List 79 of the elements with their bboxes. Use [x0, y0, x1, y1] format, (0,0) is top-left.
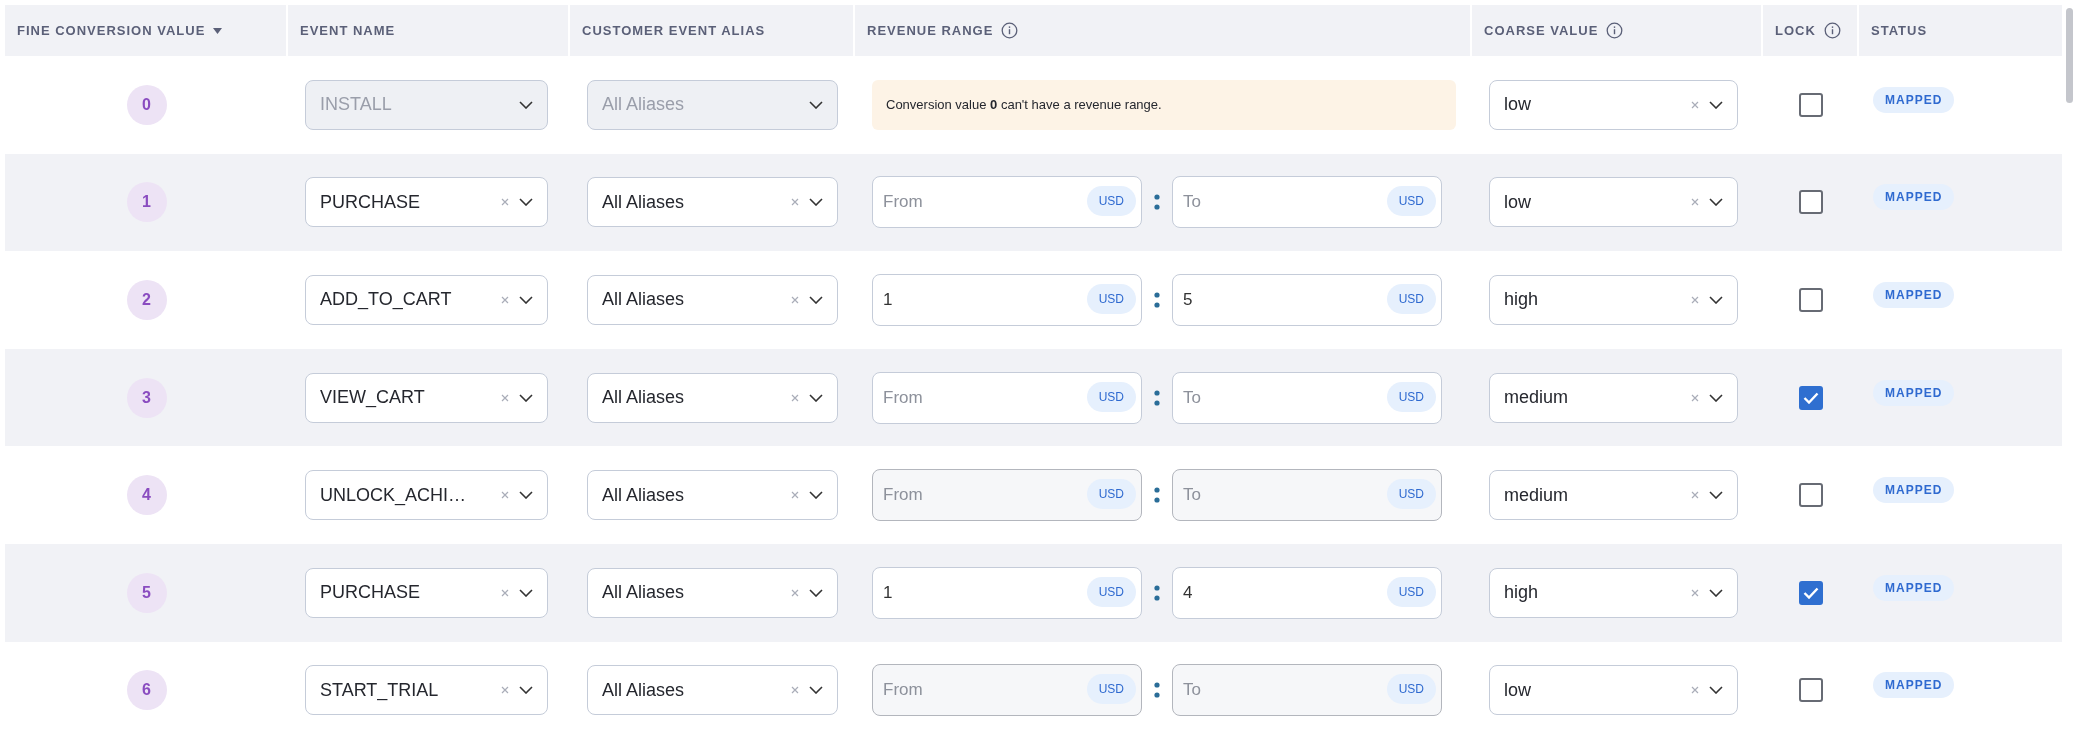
chevron-down-icon[interactable]	[809, 393, 823, 402]
column-header: LOCK	[1775, 23, 1816, 38]
status-badge: MAPPED	[1873, 477, 1955, 504]
chevron-down-icon[interactable]	[519, 588, 533, 597]
conversion-value-badge: 1	[126, 182, 167, 223]
chevron-down-icon[interactable]	[809, 588, 823, 597]
chevron-down-icon[interactable]	[1709, 491, 1723, 500]
alias-select[interactable]: All Aliases	[587, 177, 838, 228]
lock-checkbox[interactable]	[1799, 190, 1823, 215]
status-badge: MAPPED	[1873, 672, 1955, 699]
alias-select[interactable]: All Aliases	[587, 470, 838, 521]
chevron-down-icon[interactable]	[1709, 393, 1723, 402]
event-select[interactable]: PURCHASE	[305, 567, 548, 618]
conversion-value-badge: 2	[126, 280, 167, 320]
event-select[interactable]: ADD_TO_CART	[305, 275, 548, 325]
lock-checkbox[interactable]	[1799, 580, 1823, 605]
chevron-down-icon[interactable]	[519, 393, 533, 402]
chevron-down-icon[interactable]	[809, 296, 823, 304]
column-header: STATUS	[1871, 23, 1928, 38]
chevron-down-icon[interactable]	[809, 491, 823, 500]
status-badge: MAPPED	[1873, 184, 1955, 211]
status-badge: MAPPED	[1873, 379, 1955, 406]
coarse-value-select[interactable]: high	[1489, 275, 1738, 325]
chevron-down-icon[interactable]	[519, 491, 533, 500]
alias-select[interactable]: All Aliases	[587, 665, 838, 716]
alias-select[interactable]: All Aliases	[587, 567, 838, 618]
chevron-down-icon[interactable]	[519, 296, 533, 304]
info-icon[interactable]	[1001, 22, 1019, 39]
column-header: REVENUE RANGE	[867, 23, 994, 38]
lock-checkbox[interactable]	[1799, 678, 1823, 703]
column-header: CUSTOMER EVENT ALIAS	[582, 23, 766, 38]
coarse-value-select[interactable]: medium	[1489, 470, 1738, 521]
info-icon[interactable]	[1823, 22, 1841, 39]
chevron-down-icon[interactable]	[1709, 588, 1723, 597]
sort-caret-icon[interactable]	[213, 27, 223, 34]
column-header: EVENT NAME	[300, 23, 396, 38]
lock-checkbox[interactable]	[1799, 92, 1823, 117]
column-header: COARSE VALUE	[1484, 23, 1599, 38]
event-select[interactable]: UNLOCK_ACHI…	[305, 470, 548, 521]
colon-separator-icon	[1154, 681, 1160, 700]
conversion-value-badge: 0	[126, 84, 167, 125]
event-select[interactable]: VIEW_CART	[305, 372, 548, 423]
check-icon	[1803, 586, 1819, 599]
chevron-down-icon[interactable]	[809, 686, 823, 695]
info-message: Conversion value 0 can't have a revenue range.	[872, 79, 1456, 130]
event-select[interactable]: PURCHASE	[305, 177, 548, 228]
status-badge: MAPPED	[1873, 574, 1955, 601]
coarse-value-select[interactable]: low	[1489, 79, 1738, 130]
chevron-down-icon[interactable]	[519, 198, 533, 207]
colon-separator-icon	[1154, 388, 1160, 407]
coarse-value-select[interactable]: medium	[1489, 372, 1738, 423]
conversion-value-badge: 4	[126, 475, 167, 516]
info-icon[interactable]	[1606, 22, 1624, 39]
chevron-down-icon[interactable]	[809, 198, 823, 207]
chevron-down-icon[interactable]	[519, 686, 533, 695]
coarse-value-select[interactable]: low	[1489, 665, 1738, 716]
chevron-down-icon[interactable]	[1709, 198, 1723, 207]
conversion-value-badge: 3	[126, 377, 167, 418]
chevron-down-icon[interactable]	[1709, 100, 1723, 109]
status-badge: MAPPED	[1873, 86, 1955, 113]
lock-checkbox[interactable]	[1799, 288, 1823, 312]
status-badge: MAPPED	[1873, 282, 1955, 308]
column-header[interactable]: FINE CONVERSION VALUE	[17, 23, 206, 38]
alias-select[interactable]: All Aliases	[587, 275, 838, 325]
check-icon	[1803, 391, 1819, 404]
chevron-down-icon[interactable]	[1709, 296, 1723, 304]
lock-checkbox[interactable]	[1799, 385, 1823, 410]
colon-separator-icon	[1154, 193, 1160, 212]
lock-checkbox[interactable]	[1799, 483, 1823, 508]
colon-separator-icon	[1154, 291, 1160, 309]
conversion-value-badge: 5	[126, 572, 167, 613]
alias-select[interactable]: All Aliases	[587, 372, 838, 423]
colon-separator-icon	[1154, 583, 1160, 602]
coarse-value-select[interactable]: high	[1489, 567, 1738, 618]
event-select[interactable]: START_TRIAL	[305, 665, 548, 716]
conversion-value-badge: 6	[126, 670, 167, 711]
colon-separator-icon	[1154, 486, 1160, 505]
coarse-value-select[interactable]: low	[1489, 177, 1738, 228]
chevron-down-icon[interactable]	[1709, 686, 1723, 695]
